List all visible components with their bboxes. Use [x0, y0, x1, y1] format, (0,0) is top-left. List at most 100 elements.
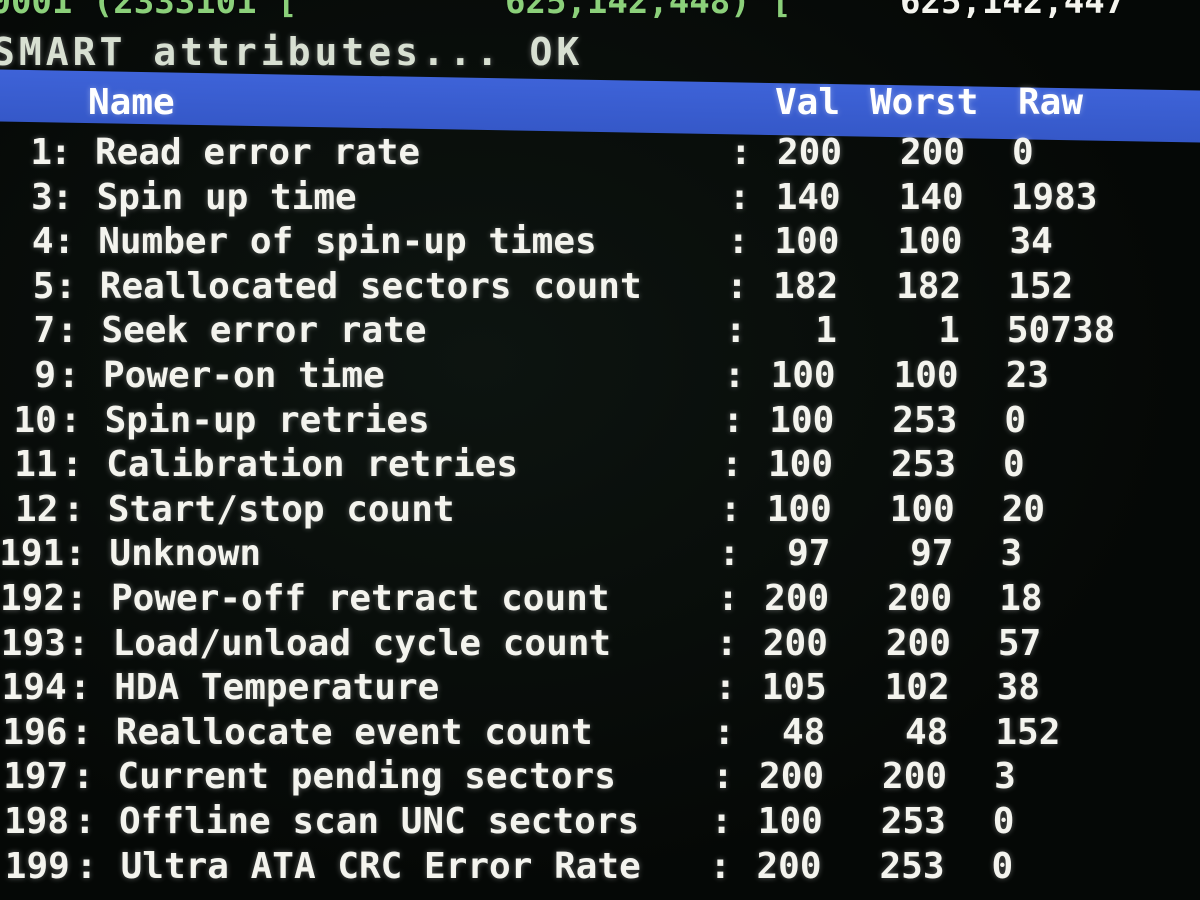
attr-name: Unknown [109, 533, 262, 575]
attr-val: 200 [756, 845, 822, 887]
value-separator: : [723, 355, 746, 396]
table-row: 12: Start/stop count:100 100 20 [0, 489, 1200, 533]
id-separator: : [72, 756, 95, 798]
attr-worst: 200 [882, 756, 948, 798]
attr-raw: 3 [994, 756, 1016, 798]
value-separator: : [709, 845, 732, 887]
header-raw: Raw [1018, 82, 1084, 123]
attr-id: 191 [0, 533, 65, 575]
attr-raw: 38 [996, 667, 1040, 709]
attr-name: Offline scan UNC sectors [119, 801, 640, 842]
attr-raw: 152 [995, 711, 1061, 753]
table-row: 10: Spin-up retries:100 253 0 [0, 400, 1200, 444]
attr-id: 198 [4, 801, 70, 842]
id-separator: : [58, 355, 80, 396]
table-row: 1: Read error rate:200 200 0 [0, 132, 1200, 176]
attr-id: 193 [0, 622, 66, 664]
id-separator: : [67, 622, 90, 664]
attr-raw: 50738 [1006, 310, 1116, 352]
attr-val: 140 [775, 176, 841, 218]
table-row: 9: Power-on time:100 100 23 [0, 355, 1200, 399]
attr-worst: 253 [880, 801, 946, 842]
attr-id: 7 [33, 310, 56, 352]
attr-id: 10 [13, 399, 57, 441]
attr-name: Load/unload cycle count [112, 622, 612, 664]
id-separator: : [64, 533, 87, 575]
value-separator: : [728, 176, 751, 218]
value-separator: : [714, 667, 737, 709]
value-separator: : [715, 622, 738, 664]
table-row: 199: Ultra ATA CRC Error Rate:200 253 0 [0, 846, 1200, 890]
id-separator: : [59, 399, 82, 441]
attr-worst: 1 [938, 310, 960, 352]
attr-worst: 100 [893, 355, 959, 396]
attr-name: Current pending sectors [117, 756, 616, 798]
attr-raw: 20 [1001, 488, 1046, 530]
id-separator: : [66, 578, 88, 619]
attr-raw: 152 [1008, 265, 1074, 307]
attr-id: 192 [0, 578, 66, 619]
attr-name: Power-on time [103, 355, 385, 396]
attr-worst: 100 [897, 221, 963, 263]
attr-val: 100 [774, 221, 840, 263]
attr-raw: 0 [1004, 399, 1026, 441]
attr-raw: 18 [999, 578, 1043, 619]
value-separator: : [717, 578, 739, 619]
table-row: 5: Reallocated sectors count:182 182 152 [0, 266, 1200, 310]
attr-worst: 253 [879, 845, 945, 887]
attr-worst: 253 [892, 399, 958, 441]
attr-worst: 253 [891, 444, 957, 486]
id-separator: : [61, 444, 83, 486]
attr-name: Ultra ATA CRC Error Rate [120, 845, 641, 887]
sector-readout-line: 00001 (2333101 [ 625,142,448) [ 625,142,… [0, 0, 1200, 22]
id-separator: : [75, 845, 98, 887]
sector-readout-right: 625,142,447 [900, 0, 1126, 22]
attr-worst: 102 [884, 667, 950, 709]
attr-val: 100 [768, 444, 834, 486]
attr-val: 200 [764, 578, 830, 619]
attr-name: Reallocate event count [115, 711, 593, 753]
id-separator: : [50, 132, 72, 173]
attr-val: 100 [770, 355, 836, 396]
table-row: 192: Power-off retract count:200 200 18 [0, 578, 1200, 622]
table-row: 191: Unknown: 97 97 3 [0, 533, 1200, 577]
id-separator: : [56, 310, 79, 352]
attr-worst: 200 [885, 622, 951, 664]
attr-id: 194 [1, 667, 67, 709]
value-separator: : [726, 265, 748, 307]
attr-raw: 1983 [1010, 176, 1098, 218]
value-separator: : [713, 711, 736, 753]
attr-val: 182 [773, 265, 839, 307]
id-separator: : [69, 667, 91, 709]
value-separator: : [712, 756, 734, 798]
attr-raw: 0 [991, 845, 1014, 887]
sector-readout-left: 00001 (2333101 [ [0, 0, 298, 22]
attr-name: Reallocated sectors count [99, 265, 642, 307]
attr-id: 4 [31, 221, 54, 263]
id-separator: : [62, 488, 85, 530]
attr-id: 1 [30, 132, 52, 173]
attr-name: Read error rate [95, 132, 421, 173]
attr-worst: 200 [899, 132, 965, 173]
table-row: 197: Current pending sectors:200 200 3 [0, 756, 1200, 800]
attr-worst: 100 [889, 488, 955, 530]
attr-id: 9 [34, 355, 56, 396]
attr-name: Spin-up retries [104, 399, 430, 441]
attr-worst: 48 [905, 711, 949, 753]
attr-val: 100 [757, 801, 823, 842]
value-separator: : [730, 132, 752, 173]
table-row: 196: Reallocate event count: 48 48 152 [0, 712, 1200, 756]
terminal-screen: 00001 (2333101 [ 625,142,448) [ 625,142,… [0, 0, 1200, 900]
table-row: 194: HDA Temperature:105 102 38 [0, 667, 1200, 711]
attr-name: Calibration retries [106, 444, 518, 486]
attr-raw: 3 [1000, 533, 1023, 575]
attr-worst: 97 [910, 533, 954, 575]
table-row: 4: Number of spin-up times:100 100 34 [0, 221, 1200, 265]
value-separator: : [710, 801, 733, 842]
attr-id: 3 [31, 176, 53, 218]
attr-id: 12 [15, 488, 59, 530]
attr-val: 200 [759, 756, 825, 798]
attr-val: 1 [815, 310, 837, 352]
attr-val: 100 [769, 399, 835, 441]
attr-id: 5 [32, 265, 55, 307]
